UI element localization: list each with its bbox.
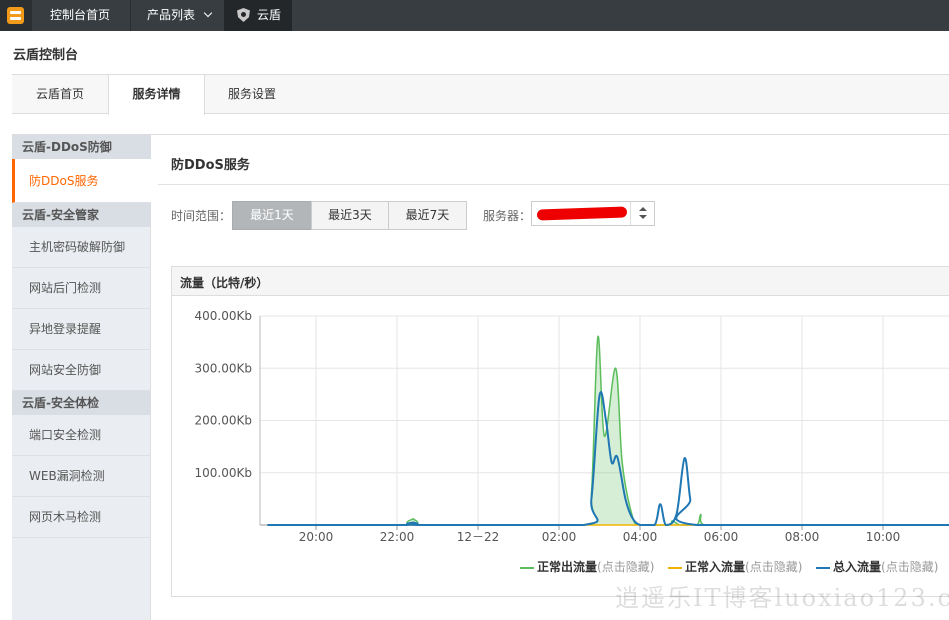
sidebar: 云盾-DDoS防御 防DDoS服务 云盾-安全管家 主机密码破解防御 网站后门检…: [12, 135, 151, 620]
panel-header: 流量（比特/秒）: [172, 267, 949, 296]
legend-hint: (点击隐藏): [745, 560, 803, 574]
shield-icon: [237, 8, 250, 22]
aliyun-logo-icon[interactable]: [0, 0, 31, 31]
nav-console-home[interactable]: 控制台首页: [50, 0, 110, 31]
select-arrows-icon: [630, 202, 654, 225]
x-tick-label: 06:00: [704, 530, 739, 544]
legend-swatch: [816, 566, 830, 569]
top-navbar: 控制台首页 产品列表 云盾: [0, 0, 949, 31]
legend-hint: (点击隐藏): [881, 560, 939, 574]
chevron-down-icon: [203, 8, 213, 18]
sidebar-item-remote-login-alert[interactable]: 异地登录提醒: [12, 309, 151, 350]
legend-normal-out[interactable]: 正常出流量(点击隐藏): [520, 558, 654, 575]
legend-total-in[interactable]: 总入流量(点击隐藏): [816, 558, 938, 575]
tab-service-detail[interactable]: 服务详情: [108, 75, 205, 115]
divider: [12, 134, 949, 135]
sidebar-group-security-check: 云盾-安全体检: [12, 391, 151, 415]
legend-swatch: [668, 566, 682, 569]
x-tick-label: 22:00: [380, 530, 415, 544]
x-tick-label: 04:00: [623, 530, 658, 544]
sidebar-item-backdoor-detection[interactable]: 网站后门检测: [12, 268, 151, 309]
y-tick-label: 300.00Kb: [195, 361, 252, 375]
legend-normal-in[interactable]: 正常入流量(点击隐藏): [668, 558, 802, 575]
y-tick-label: 100.00Kb: [195, 466, 252, 480]
server-label: 服务器：: [483, 209, 532, 223]
legend-hint: (点击隐藏): [597, 560, 655, 574]
nav-yundun[interactable]: 云盾: [224, 0, 292, 31]
redacted-server-name: [536, 206, 628, 221]
sidebar-item-trojan-check[interactable]: 网页木马检测: [12, 497, 151, 538]
y-tick-label: 400.00Kb: [195, 309, 252, 323]
x-tick-label: 02:00: [542, 530, 577, 544]
x-tick-label: 20:00: [299, 530, 334, 544]
legend-label: 总入流量: [833, 560, 882, 574]
y-tick-label: 200.00Kb: [195, 414, 252, 428]
legend-swatch: [520, 566, 534, 569]
server-select[interactable]: [531, 201, 655, 226]
nav-product-list-label: 产品列表: [147, 8, 196, 22]
traffic-chart: 400.00Kb 300.00Kb 200.00Kb 100.00Kb 20:00 22:…: [195, 309, 949, 544]
sidebar-item-brute-force-defense[interactable]: 主机密码破解防御: [12, 227, 151, 268]
range-7day-button[interactable]: 最近7天: [388, 201, 467, 230]
sidebar-item-web-vuln-check[interactable]: WEB漏洞检测: [12, 456, 151, 497]
legend-label: 正常出流量: [537, 560, 598, 574]
range-3day-button[interactable]: 最近3天: [311, 201, 389, 230]
nav-product-list[interactable]: 产品列表: [147, 0, 213, 31]
divider: [158, 184, 949, 185]
range-1day-button[interactable]: 最近1天: [232, 201, 312, 230]
sidebar-group-security-manager: 云盾-安全管家: [12, 203, 151, 227]
page-title: 云盾控制台: [13, 48, 79, 63]
x-tick-label: 08:00: [785, 530, 820, 544]
x-tick-label: 10:00: [866, 530, 901, 544]
watermark: 逍遥乐IT博客luoxiao123.cn: [615, 584, 949, 612]
tab-yundun-home[interactable]: 云盾首页: [12, 75, 108, 114]
sidebar-item-website-defense[interactable]: 网站安全防御: [12, 350, 151, 391]
sidebar-item-ddos-service[interactable]: 防DDoS服务: [12, 159, 151, 203]
sidebar-item-port-check[interactable]: 端口安全检测: [12, 415, 151, 456]
time-range-label: 时间范围：: [171, 209, 232, 223]
tab-bar: 云盾首页 服务详情 服务设置: [12, 74, 949, 115]
section-title: 防DDoS服务: [171, 158, 250, 173]
x-tick-label: 12－22: [457, 530, 500, 544]
tab-service-settings[interactable]: 服务设置: [205, 75, 299, 114]
nav-yundun-label: 云盾: [257, 8, 282, 22]
sidebar-group-ddos: 云盾-DDoS防御: [12, 135, 151, 159]
panel-title: 流量（比特/秒）: [180, 276, 269, 290]
legend-label: 正常入流量: [685, 560, 746, 574]
